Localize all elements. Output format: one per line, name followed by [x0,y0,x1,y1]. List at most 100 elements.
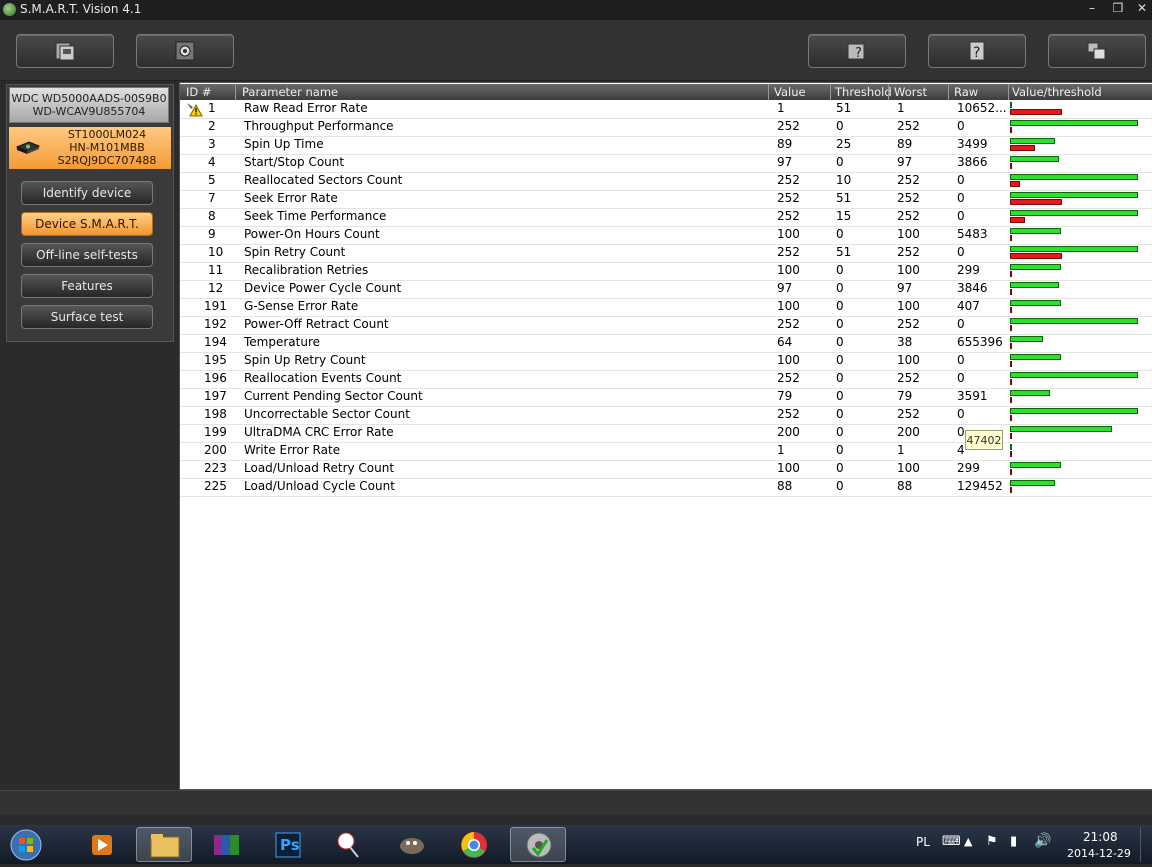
cell-raw: 0 [957,191,965,205]
header-threshold[interactable]: Threshold [835,85,892,99]
device-wdc[interactable]: WDC WD5000AADS-00S9B0 WD-WCAV9U855704 [9,87,169,123]
network-signal-icon[interactable]: ▮ [1010,834,1017,849]
cell-worst: 252 [897,371,920,385]
clock-time[interactable]: 21:08 [1083,830,1118,844]
cell-parameter-name: Uncorrectable Sector Count [244,407,410,421]
action-center-flag-icon[interactable]: ⚑ [986,834,998,849]
threshold-bar [1010,217,1025,223]
chrome-icon[interactable] [446,827,502,862]
language-indicator[interactable]: PL [916,835,930,849]
close-icon[interactable]: ✕ [1132,1,1152,15]
nav-surface-test[interactable]: Surface test [21,305,153,329]
header-parameter-name[interactable]: Parameter name [242,85,338,99]
table-row[interactable]: 197 Current Pending Sector Count 79 0 79 3591 [180,388,1152,407]
cell-raw: 0 [957,317,965,331]
table-row[interactable]: 11 Recalibration Retries 100 0 100 299 [180,262,1152,281]
cell-parameter-name: Power-On Hours Count [244,227,380,241]
volume-icon[interactable]: 🔊 [1034,833,1051,849]
header-worst[interactable]: Worst [894,85,927,99]
table-row[interactable]: 194 Temperature 64 0 38 655396 [180,334,1152,353]
table-row[interactable]: 223 Load/Unload Retry Count 100 0 100 299 [180,460,1152,479]
table-row[interactable]: 192 Power-Off Retract Count 252 0 252 0 [180,316,1152,335]
value-bar [1010,372,1138,378]
save-report-button[interactable] [16,34,114,68]
table-row[interactable]: 5 Reallocated Sectors Count 252 10 252 0 [180,172,1152,191]
nav-offline-self-tests[interactable]: Off-line self-tests [21,243,153,267]
table-row[interactable]: 195 Spin Up Retry Count 100 0 100 0 [180,352,1152,371]
cell-id: 3 [208,137,216,151]
nav-features[interactable]: Features [21,274,153,298]
cell-id: 198 [204,407,227,421]
cell-id: 192 [204,317,227,331]
help-book-button[interactable]: ? [808,34,906,68]
show-desktop-button[interactable] [1140,827,1151,862]
clock-date[interactable]: 2014-12-29 [1067,847,1131,860]
cell-worst: 252 [897,245,920,259]
table-row[interactable]: 8 Seek Time Performance 252 15 252 0 [180,208,1152,227]
table-row[interactable]: 196 Reallocation Events Count 252 0 252 0 [180,370,1152,389]
window-switch-button[interactable] [1048,34,1146,68]
cell-threshold: 0 [836,299,844,313]
value-bar [1010,480,1055,486]
device-line: ST1000LM024 [67,128,147,141]
cell-threshold: 0 [836,281,844,295]
photoshop-icon[interactable]: Ps [260,827,316,862]
table-row[interactable]: 10 Spin Retry Count 252 51 252 0 [180,244,1152,263]
table-row[interactable]: 199 UltraDMA CRC Error Rate 200 0 200 0 [180,424,1152,443]
cell-threshold: 10 [836,173,852,187]
svg-text:?: ? [973,45,980,61]
restore-icon[interactable]: ❒ [1108,1,1128,15]
cell-threshold: 0 [836,389,844,403]
settings-button[interactable] [136,34,234,68]
cell-value: 1 [777,101,785,115]
cell-value: 252 [777,173,800,187]
help-button[interactable]: ? [928,34,1026,68]
cell-threshold: 0 [836,443,844,457]
winrar-icon[interactable] [198,827,254,862]
cell-raw: 0 [957,209,965,223]
header-value-threshold[interactable]: Value/threshold [1012,85,1102,99]
value-bar [1010,156,1059,162]
cell-worst: 252 [897,209,920,223]
minimize-icon[interactable]: – [1082,1,1102,15]
smart-vision-icon[interactable] [510,827,566,862]
cell-threshold: 15 [836,209,852,223]
table-row[interactable]: 9 Power-On Hours Count 100 0 100 5483 [180,226,1152,245]
table-row[interactable]: 200 Write Error Rate 1 0 1 4 [180,442,1152,461]
table-row[interactable]: 4 Start/Stop Count 97 0 97 3866 [180,154,1152,173]
device-st1000[interactable]: ST1000LM024 HN-M101MBB S2RQJ9DC707488 [9,127,171,169]
cell-parameter-name: Device Power Cycle Count [244,281,402,295]
header-id[interactable]: ID # [186,85,212,99]
table-row[interactable]: 191 G-Sense Error Rate 100 0 100 407 [180,298,1152,317]
nav-identify-device[interactable]: Identify device [21,181,153,205]
threshold-bar [1010,415,1012,421]
table-row[interactable]: 3 Spin Up Time 89 25 89 3499 [180,136,1152,155]
file-explorer-icon[interactable] [136,827,192,862]
show-hidden-icons-icon[interactable]: ▲ [964,835,972,848]
table-row[interactable]: 2 Throughput Performance 252 0 252 0 [180,118,1152,137]
question-mark-icon: ? [969,41,985,61]
warning-icon [185,101,203,117]
table-row[interactable]: 225 Load/Unload Cycle Count 88 0 88 129452 [180,478,1152,497]
cell-value: 252 [777,245,800,259]
cell-value: 200 [777,425,800,439]
nav-device-smart[interactable]: Device S.M.A.R.T. [21,212,153,236]
snipping-tool-icon[interactable] [322,827,378,862]
table-row[interactable]: 1 Raw Read Error Rate 1 51 1 10652... [180,100,1152,119]
gimp-icon[interactable] [384,827,440,862]
cell-raw: 5483 [957,227,988,241]
threshold-bar [1010,469,1012,475]
cell-value: 252 [777,317,800,331]
value-bar [1010,336,1043,342]
keyboard-icon[interactable]: ⌨ [942,834,961,849]
media-player-icon[interactable] [74,827,130,862]
window-switch-icon [1087,42,1106,60]
threshold-bar [1010,451,1012,457]
header-raw[interactable]: Raw [954,85,978,99]
cell-id: 191 [204,299,227,313]
table-row[interactable]: 7 Seek Error Rate 252 51 252 0 [180,190,1152,209]
header-value[interactable]: Value [774,85,806,99]
table-row[interactable]: 198 Uncorrectable Sector Count 252 0 252 0 [180,406,1152,425]
table-row[interactable]: 12 Device Power Cycle Count 97 0 97 3846 [180,280,1152,299]
start-orb-icon[interactable] [0,827,52,862]
